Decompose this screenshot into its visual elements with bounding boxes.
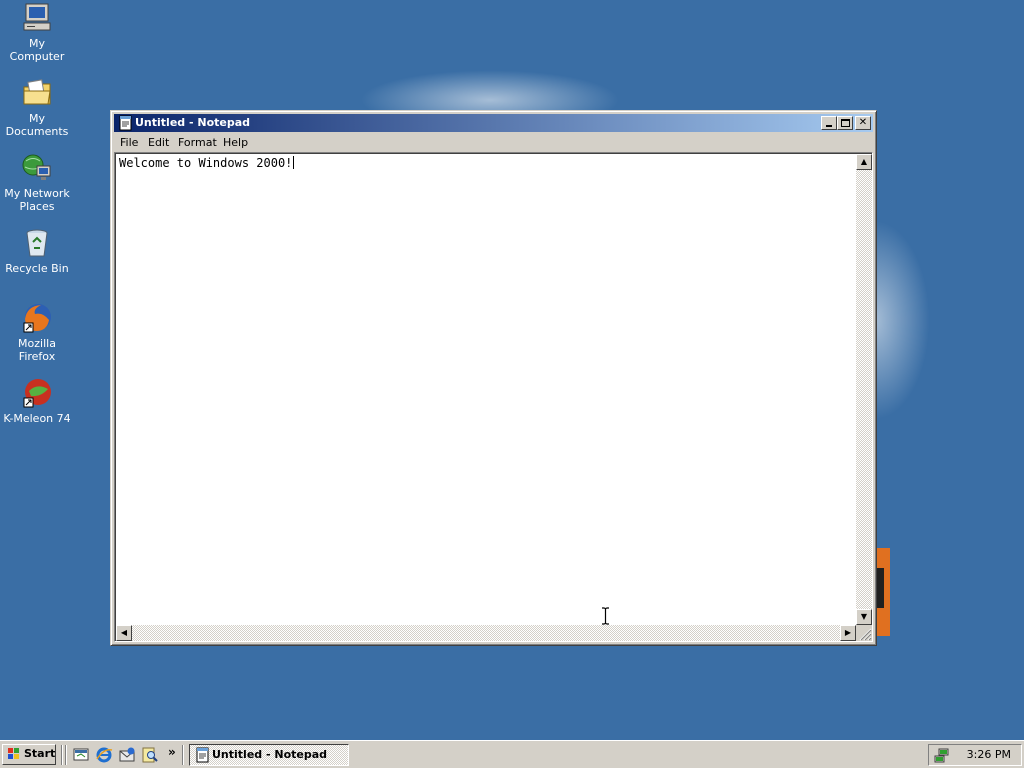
menu-format[interactable]: Format [178,136,217,149]
menu-edit[interactable]: Edit [148,136,169,149]
desktop[interactable]: My Computer My Documents My Network Plac… [0,0,1024,740]
document-text[interactable]: Welcome to Windows 2000! [119,156,295,170]
show-desktop-icon[interactable] [72,746,90,764]
scroll-up-button[interactable]: ▲ [856,154,872,170]
maximize-icon [841,119,850,127]
start-label: Start [24,747,56,760]
desktop-icon-my-documents[interactable]: My Documents [0,77,74,138]
system-tray: 3:26 PM [928,744,1022,766]
recycle-bin-icon [21,227,53,259]
close-icon: ✕ [858,117,868,128]
outlook-express-icon[interactable] [118,746,136,764]
network-tray-icon[interactable] [933,747,949,763]
menu-bar: File Edit Format Help [114,133,873,152]
computer-icon [21,2,53,34]
text-caret [293,156,295,169]
taskbar-separator [182,745,184,765]
desktop-icon-recycle-bin[interactable]: Recycle Bin [0,227,74,275]
desktop-icon-my-computer[interactable]: My Computer [0,2,74,63]
desktop-icon-mozilla-firefox[interactable]: Mozilla Firefox [0,302,74,363]
close-button[interactable]: ✕ [855,116,871,130]
desktop-icon-label: Mozilla Firefox [18,337,56,363]
window-title: Untitled - Notepad [135,116,251,129]
text-area[interactable]: Welcome to Windows 2000! ▲ ▼ ◀ ▶ [115,153,872,641]
taskbar: Start » Untitled - Notepad 3:26 PM [0,740,1024,768]
windows-logo-icon [6,747,22,761]
menu-help[interactable]: Help [223,136,248,149]
notepad-icon [117,115,133,131]
firefox-icon [21,302,53,334]
desktop-icon-label-line2: Places [19,200,55,213]
quick-launch-more-button[interactable]: » [168,745,176,759]
internet-explorer-icon[interactable] [95,746,113,764]
text-editor[interactable]: Welcome to Windows 2000! ▲ ▼ ◀ ▶ [114,152,873,642]
search-icon[interactable] [141,746,159,764]
desktop-icon-label: K-Meleon 74 [3,412,71,425]
folder-documents-icon [21,77,53,109]
desktop-icon-k-meleon[interactable]: K-Meleon 74 [0,377,74,425]
scroll-left-button[interactable]: ◀ [116,625,132,641]
menu-file[interactable]: File [120,136,138,149]
minimize-button[interactable] [821,116,837,130]
desktop-icon-label: My Documents [5,112,69,138]
title-bar[interactable]: Untitled - Notepad ✕ [114,114,873,132]
taskbar-button-notepad[interactable]: Untitled - Notepad [189,744,349,766]
taskbar-separator [61,745,63,765]
maximize-button[interactable] [837,116,853,130]
taskbar-separator [65,745,67,765]
horizontal-scrollbar[interactable]: ◀ ▶ [116,625,856,641]
taskbar-button-label: Untitled - Notepad [212,748,328,761]
network-places-icon [21,152,53,184]
notepad-window[interactable]: Untitled - Notepad ✕ File Edit Format He… [110,110,877,646]
ibeam-cursor-icon [600,607,611,625]
scroll-down-button[interactable]: ▼ [856,609,872,625]
clock[interactable]: 3:26 PM [967,748,1011,761]
start-button[interactable]: Start [2,744,56,765]
desktop-icon-label-line1: My Network [4,187,70,200]
notepad-icon [194,747,210,763]
scroll-right-button[interactable]: ▶ [840,625,856,641]
desktop-icon-label: Recycle Bin [5,262,69,275]
desktop-icon-my-network-places[interactable]: My Network Places [0,152,74,213]
vertical-scrollbar[interactable]: ▲ ▼ [856,154,872,625]
size-grip[interactable] [856,625,872,641]
kmeleon-icon [21,377,53,409]
desktop-icon-label: My Computer [9,37,65,63]
minimize-icon [826,125,832,127]
